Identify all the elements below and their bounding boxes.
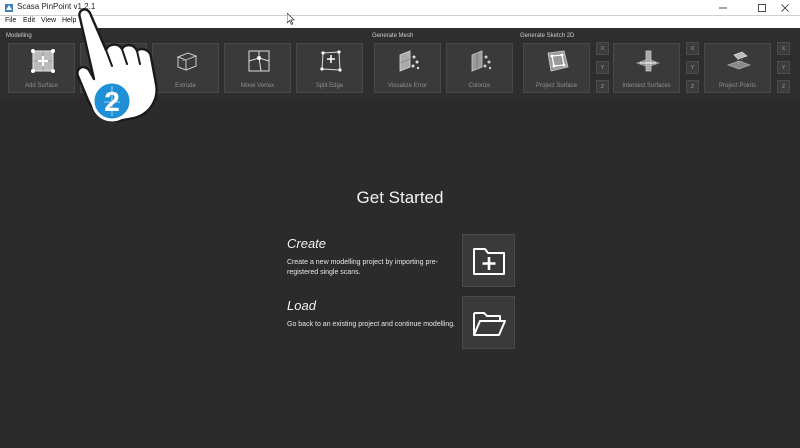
project-points-label: Project Points xyxy=(718,83,757,89)
project-points-icon xyxy=(726,51,752,70)
intersect-surfaces-icon xyxy=(635,50,661,72)
split-edge-button[interactable]: Split Edge xyxy=(296,43,363,93)
menu-file[interactable]: File xyxy=(5,17,16,24)
project-surface-axis-y[interactable]: Y xyxy=(596,61,609,74)
split-edge-icon xyxy=(320,50,342,72)
intersect-surfaces-axis-z[interactable]: Z xyxy=(686,80,699,93)
group-label-mesh: Generate Mesh xyxy=(372,33,414,39)
visualize-error-button[interactable]: Visualize Error xyxy=(374,43,441,93)
intersect-surfaces-axis-y[interactable]: Y xyxy=(686,61,699,74)
intersect-surfaces-label: Intersect Surfaces xyxy=(622,83,671,89)
project-points-axis-y[interactable]: Y xyxy=(777,61,790,74)
intersect-surfaces-axis-x[interactable]: X xyxy=(686,42,699,55)
close-button[interactable] xyxy=(770,0,800,16)
create-title: Create xyxy=(287,236,327,251)
load-title: Load xyxy=(287,298,316,313)
project-surface-button[interactable]: Project Surface xyxy=(523,43,590,93)
load-description: Go back to an existing project and conti… xyxy=(287,321,456,328)
move-vertex-button[interactable]: Move Vertex xyxy=(224,43,291,93)
create-description: Create a new modelling project by import… xyxy=(287,259,438,276)
minimize-icon xyxy=(719,7,727,9)
close-icon xyxy=(781,4,789,12)
add-surface-icon xyxy=(31,49,55,73)
project-points-axis-x[interactable]: X xyxy=(777,42,790,55)
colorize-label: Colorize xyxy=(468,83,491,89)
project-surface-axis-x[interactable]: X xyxy=(596,42,609,55)
group-label-sketch: Generate Sketch 2D xyxy=(520,33,575,39)
open-folder-icon xyxy=(473,312,506,336)
project-points-button[interactable]: Project Points xyxy=(704,43,771,93)
colorize-icon xyxy=(471,50,492,72)
intersect-surfaces-button[interactable]: Intersect Surfaces xyxy=(613,43,680,93)
visualize-error-icon xyxy=(399,50,420,72)
move-vertex-icon xyxy=(248,50,270,72)
split-edge-label: Split Edge xyxy=(315,83,344,89)
extrude-icon xyxy=(176,52,198,71)
maximize-icon xyxy=(758,4,766,12)
menu-view[interactable]: View xyxy=(41,17,56,24)
project-points-axis-z[interactable]: Z xyxy=(777,80,790,93)
menu-edit[interactable]: Edit xyxy=(23,17,35,24)
project-surface-axis-z[interactable]: Z xyxy=(596,80,609,93)
new-folder-icon xyxy=(473,248,505,275)
mouse-cursor-icon xyxy=(287,13,295,25)
visualize-error-label: Visualize Error xyxy=(388,83,427,89)
get-started-heading: Get Started xyxy=(356,188,444,207)
step-number: 2 xyxy=(104,86,120,117)
group-label-modelling: Modelling xyxy=(6,33,32,39)
app-logo-icon xyxy=(5,4,13,12)
move-vertex-label: Move Vertex xyxy=(240,83,275,89)
project-surface-label: Project Surface xyxy=(535,83,578,89)
create-project-button[interactable] xyxy=(462,234,515,287)
minimize-button[interactable] xyxy=(708,0,738,16)
project-surface-icon xyxy=(547,50,569,72)
colorize-button[interactable]: Colorize xyxy=(446,43,513,93)
load-project-button[interactable] xyxy=(462,296,515,349)
pointing-hand-icon: 2 xyxy=(76,8,158,123)
